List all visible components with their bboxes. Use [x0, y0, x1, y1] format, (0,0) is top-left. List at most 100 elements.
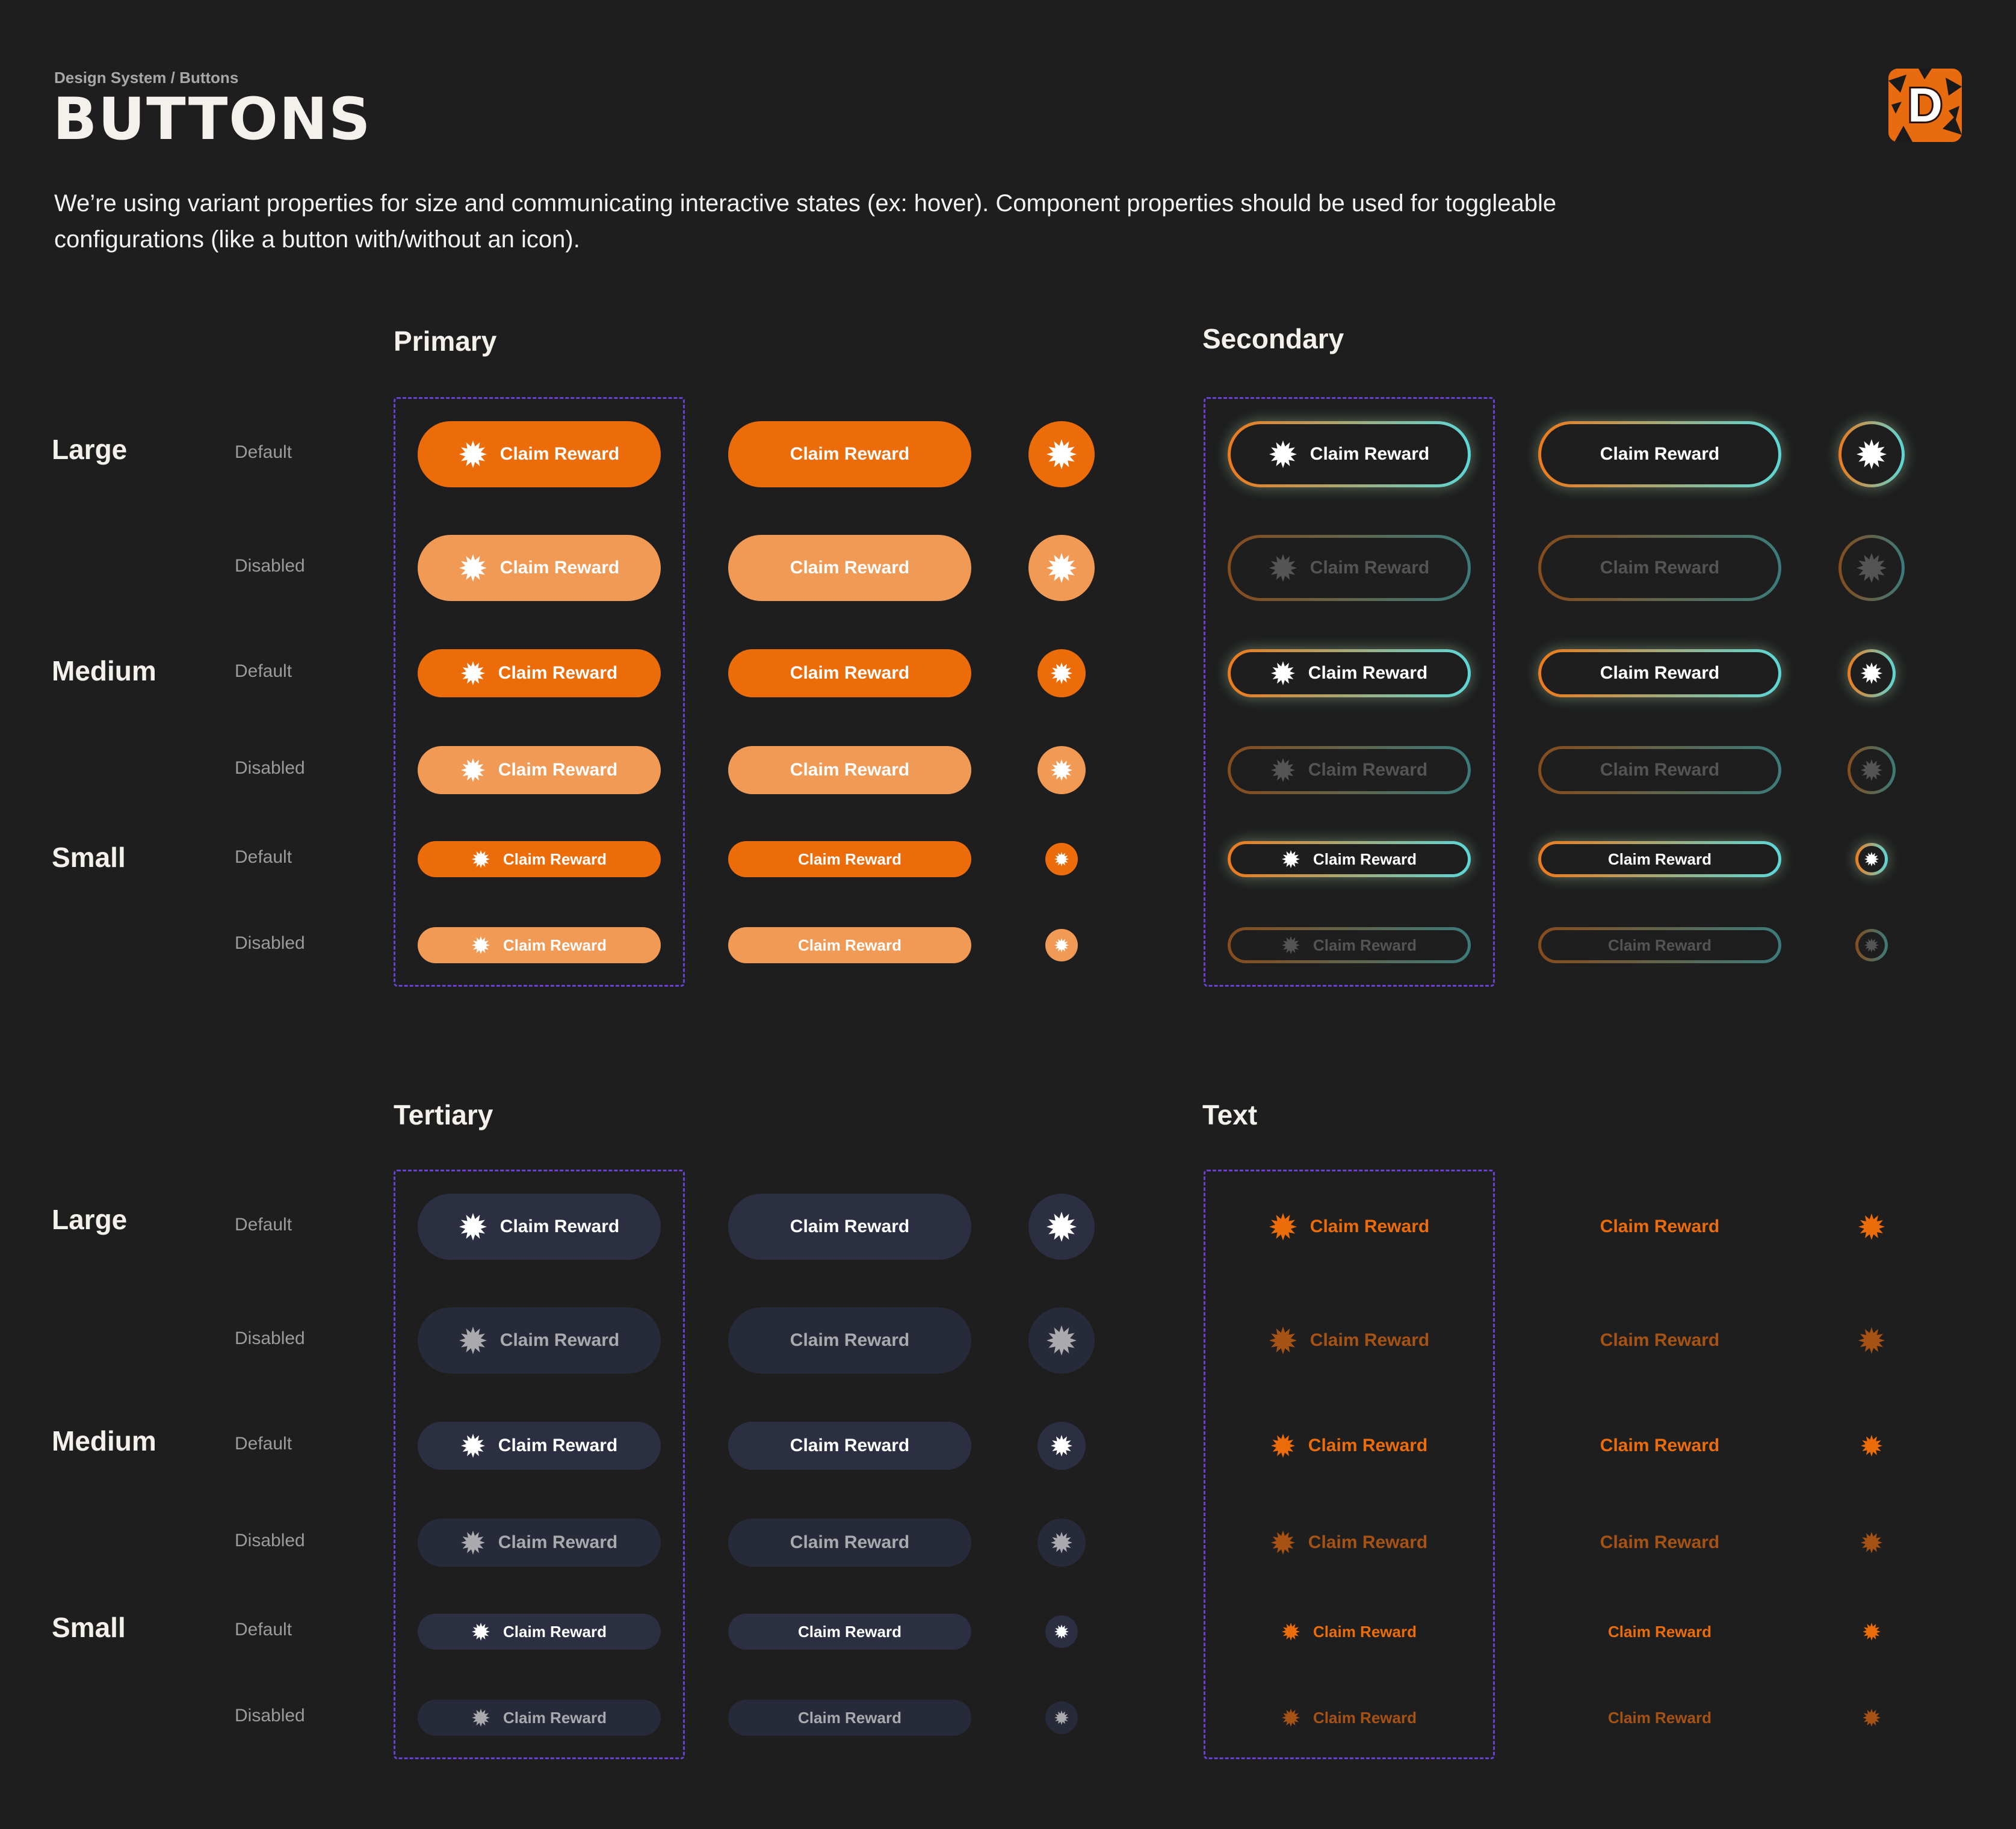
secondary-large-default-icon-only-button[interactable] — [1838, 421, 1905, 487]
text-small-default-icon-only-button[interactable] — [1855, 1615, 1888, 1648]
tertiary-small-disabled-icon-only-button[interactable] — [1045, 1701, 1078, 1734]
primary-medium-disabled-icon-only-button[interactable] — [1037, 746, 1086, 794]
tertiary-small-default-icon-only-button[interactable] — [1045, 1615, 1078, 1648]
tertiary-small-default-icon-button[interactable]: Claim Reward — [418, 1614, 661, 1650]
button-label: Claim Reward — [1308, 663, 1428, 683]
button-label: Claim Reward — [798, 936, 901, 954]
text-large-disabled-icon-button[interactable]: Claim Reward — [1228, 1307, 1471, 1374]
primary-large-default-button[interactable]: Claim Reward — [728, 421, 971, 487]
text-large-default-button[interactable]: Claim Reward — [1538, 1194, 1781, 1260]
primary-medium-disabled-icon-button[interactable]: Claim Reward — [418, 746, 661, 794]
text-medium-disabled-button[interactable]: Claim Reward — [1538, 1519, 1781, 1567]
primary-large-default-icon-only-button[interactable] — [1028, 421, 1095, 487]
starburst-icon — [1047, 1212, 1077, 1242]
state-label-disabled: Disabled — [235, 758, 305, 778]
tertiary-medium-default-button[interactable]: Claim Reward — [728, 1422, 971, 1470]
secondary-medium-disabled-button[interactable]: Claim Reward — [1538, 746, 1781, 794]
primary-medium-disabled-button[interactable]: Claim Reward — [728, 746, 971, 794]
starburst-icon — [472, 936, 490, 954]
primary-small-default-icon-button[interactable]: Claim Reward — [418, 841, 661, 877]
tertiary-large-default-icon-only-button[interactable] — [1028, 1194, 1095, 1260]
starburst-icon — [1054, 1624, 1069, 1639]
secondary-large-default-icon-button[interactable]: Claim Reward — [1228, 421, 1471, 487]
starburst-icon — [1269, 440, 1297, 468]
primary-small-disabled-button[interactable]: Claim Reward — [728, 927, 971, 963]
primary-medium-default-button[interactable]: Claim Reward — [728, 649, 971, 697]
tertiary-large-default-icon-button[interactable]: Claim Reward — [418, 1194, 661, 1260]
starburst-icon — [1282, 936, 1300, 954]
tertiary-medium-default-icon-only-button[interactable] — [1037, 1422, 1086, 1470]
primary-large-default-icon-button[interactable]: Claim Reward — [418, 421, 661, 487]
secondary-small-disabled-icon-only-button[interactable] — [1855, 929, 1888, 961]
text-large-disabled-icon-only-button[interactable] — [1838, 1307, 1905, 1374]
tertiary-large-disabled-button[interactable]: Claim Reward — [728, 1307, 971, 1374]
primary-small-default-button[interactable]: Claim Reward — [728, 841, 971, 877]
starburst-icon — [1861, 1532, 1882, 1553]
text-medium-default-icon-only-button[interactable] — [1847, 1422, 1896, 1470]
text-medium-disabled-icon-button[interactable]: Claim Reward — [1228, 1519, 1471, 1567]
primary-large-disabled-button[interactable]: Claim Reward — [728, 535, 971, 601]
state-label-default: Default — [235, 1434, 292, 1454]
description-line-1: We’re using variant properties for size … — [54, 190, 1557, 217]
starburst-icon — [1269, 1327, 1297, 1354]
tertiary-large-disabled-icon-button[interactable]: Claim Reward — [418, 1307, 661, 1374]
button-label: Claim Reward — [503, 936, 607, 954]
starburst-icon — [460, 1531, 485, 1555]
text-small-disabled-button[interactable]: Claim Reward — [1538, 1700, 1781, 1736]
tertiary-large-disabled-icon-only-button[interactable] — [1028, 1307, 1095, 1374]
primary-small-default-icon-only-button[interactable] — [1045, 843, 1078, 875]
tertiary-small-disabled-icon-button[interactable]: Claim Reward — [418, 1700, 661, 1736]
tertiary-medium-disabled-icon-only-button[interactable] — [1037, 1519, 1086, 1567]
text-medium-default-button[interactable]: Claim Reward — [1538, 1422, 1781, 1470]
secondary-small-default-icon-only-button[interactable] — [1855, 843, 1888, 875]
starburst-icon — [1858, 1214, 1885, 1240]
brand-logo-icon: D — [1888, 69, 1962, 142]
tertiary-medium-disabled-icon-button[interactable]: Claim Reward — [418, 1519, 661, 1567]
secondary-medium-disabled-icon-button[interactable]: Claim Reward — [1228, 746, 1471, 794]
text-medium-default-icon-button[interactable]: Claim Reward — [1228, 1422, 1471, 1470]
text-small-default-button[interactable]: Claim Reward — [1538, 1614, 1781, 1650]
secondary-large-default-button[interactable]: Claim Reward — [1538, 421, 1781, 487]
text-large-default-icon-only-button[interactable] — [1838, 1194, 1905, 1260]
primary-medium-default-icon-button[interactable]: Claim Reward — [418, 649, 661, 697]
text-medium-disabled-icon-only-button[interactable] — [1847, 1519, 1896, 1567]
button-label: Claim Reward — [790, 760, 910, 780]
starburst-icon — [1047, 1325, 1077, 1356]
tertiary-small-disabled-button[interactable]: Claim Reward — [728, 1700, 971, 1736]
secondary-small-disabled-icon-button[interactable]: Claim Reward — [1228, 927, 1471, 963]
secondary-large-disabled-icon-only-button[interactable] — [1838, 535, 1905, 601]
size-label-small: Small — [52, 1612, 126, 1643]
primary-large-disabled-icon-button[interactable]: Claim Reward — [418, 535, 661, 601]
secondary-large-disabled-button[interactable]: Claim Reward — [1538, 535, 1781, 601]
secondary-medium-default-icon-button[interactable]: Claim Reward — [1228, 649, 1471, 697]
secondary-small-default-icon-button[interactable]: Claim Reward — [1228, 841, 1471, 877]
secondary-small-disabled-button[interactable]: Claim Reward — [1538, 927, 1781, 963]
secondary-medium-disabled-icon-only-button[interactable] — [1847, 746, 1896, 794]
secondary-medium-default-button[interactable]: Claim Reward — [1538, 649, 1781, 697]
button-label: Claim Reward — [1608, 1622, 1711, 1641]
primary-small-disabled-icon-only-button[interactable] — [1045, 929, 1078, 961]
text-large-disabled-button[interactable]: Claim Reward — [1538, 1307, 1781, 1374]
primary-small-disabled-icon-button[interactable]: Claim Reward — [418, 927, 661, 963]
section-title-text: Text — [1202, 1099, 1258, 1130]
primary-large-disabled-icon-only-button[interactable] — [1028, 535, 1095, 601]
primary-medium-default-icon-only-button[interactable] — [1037, 649, 1086, 697]
starburst-icon — [1863, 1623, 1881, 1641]
text-large-default-icon-button[interactable]: Claim Reward — [1228, 1194, 1471, 1260]
text-small-disabled-icon-only-button[interactable] — [1855, 1701, 1888, 1734]
secondary-large-disabled-icon-button[interactable]: Claim Reward — [1228, 535, 1471, 601]
tertiary-large-default-button[interactable]: Claim Reward — [728, 1194, 971, 1260]
button-label: Claim Reward — [1600, 1436, 1720, 1455]
text-small-disabled-icon-button[interactable]: Claim Reward — [1228, 1700, 1471, 1736]
secondary-small-default-button[interactable]: Claim Reward — [1538, 841, 1781, 877]
starburst-icon — [1269, 1213, 1297, 1241]
starburst-icon — [1270, 758, 1295, 782]
secondary-medium-default-icon-only-button[interactable] — [1847, 649, 1896, 697]
tertiary-medium-default-icon-button[interactable]: Claim Reward — [418, 1422, 661, 1470]
tertiary-small-default-button[interactable]: Claim Reward — [728, 1614, 971, 1650]
size-label-medium: Medium — [52, 1425, 156, 1457]
state-label-disabled: Disabled — [235, 1531, 305, 1550]
tertiary-medium-disabled-button[interactable]: Claim Reward — [728, 1519, 971, 1567]
section-title-primary: Primary — [394, 325, 497, 357]
text-small-default-icon-button[interactable]: Claim Reward — [1228, 1614, 1471, 1650]
